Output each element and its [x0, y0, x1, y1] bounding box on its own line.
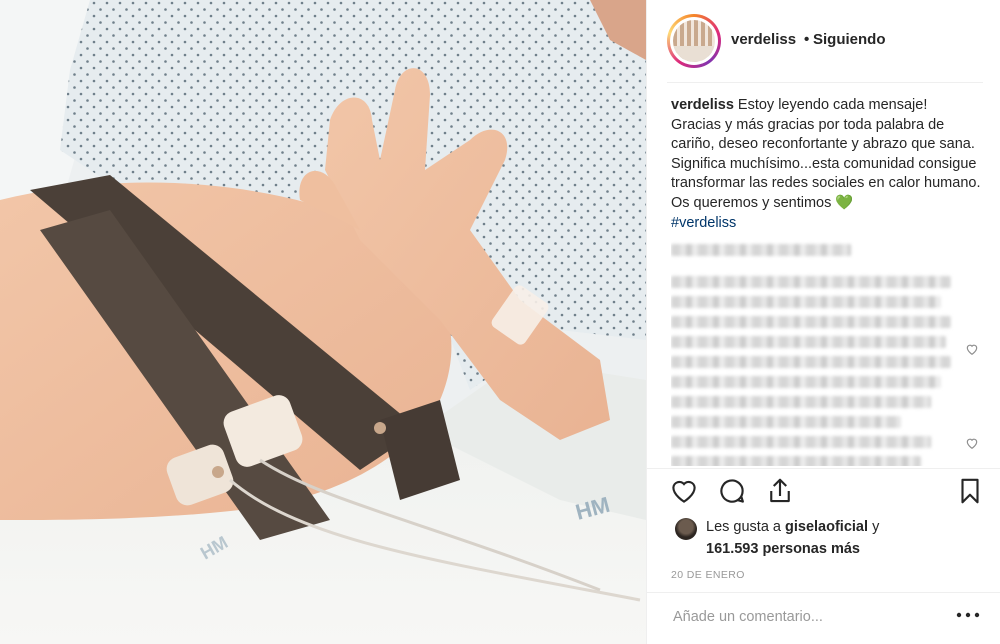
post-photo-illustration: HM HM — [0, 0, 646, 644]
comments-list — [671, 240, 981, 466]
likes-prefix: Les gusta a — [706, 519, 781, 535]
header-username[interactable]: verdeliss — [731, 31, 796, 48]
caption-hashtag-link[interactable]: #verdeliss — [671, 214, 981, 234]
post-side-panel: verdeliss • Siguiendo verdeliss Estoy le… — [646, 0, 1000, 644]
bookmark-icon[interactable] — [955, 476, 985, 506]
post-date[interactable]: 20 DE ENERO — [671, 569, 745, 581]
blurred-comment-line — [671, 336, 946, 348]
likes-count-link[interactable]: 161.593 personas más — [706, 541, 860, 557]
blurred-comment-line — [671, 276, 951, 288]
header-separator: • — [804, 31, 810, 48]
liker-avatar[interactable] — [675, 518, 697, 540]
blurred-comment-line — [671, 356, 951, 368]
liker-username[interactable]: giselaoficial — [785, 519, 868, 535]
blurred-comment-line — [671, 436, 931, 448]
comment-divider — [647, 592, 1000, 593]
likes-text: Les gusta a giselaoficial y 161.593 pers… — [706, 516, 986, 560]
post-photo: HM HM — [0, 0, 646, 644]
small-heart-icon[interactable] — [965, 436, 979, 450]
blurred-comment-line — [671, 316, 951, 328]
caption-text: Estoy leyendo cada mensaje! Gracias y má… — [671, 97, 981, 211]
small-heart-icon[interactable] — [965, 342, 979, 356]
post-actions — [669, 476, 985, 508]
following-button[interactable]: Siguiendo — [813, 31, 886, 48]
blurred-comment-line — [671, 396, 931, 408]
header-divider — [667, 82, 983, 83]
heart-outline-icon[interactable] — [669, 476, 699, 506]
green-heart-emoji: 💚 — [835, 194, 854, 211]
post-header: verdeliss • Siguiendo — [647, 0, 1000, 82]
blurred-comment-line — [671, 244, 851, 256]
post-caption: verdeliss Estoy leyendo cada mensaje! Gr… — [671, 96, 981, 233]
blurred-comment-line — [671, 376, 941, 388]
caption-username[interactable]: verdeliss — [671, 97, 734, 113]
comment-input[interactable] — [673, 606, 933, 628]
likes-summary: Les gusta a giselaoficial y 161.593 pers… — [675, 516, 985, 560]
share-arrow-icon[interactable] — [765, 476, 795, 506]
likes-conjunction: y — [872, 519, 880, 535]
blurred-comment-line — [671, 416, 901, 428]
avatar-image — [673, 20, 715, 62]
avatar — [670, 17, 718, 65]
more-dots-icon[interactable] — [955, 608, 981, 622]
story-avatar[interactable] — [667, 14, 721, 68]
actions-divider — [647, 468, 1000, 469]
blurred-comment-line — [671, 296, 941, 308]
blurred-comment-line — [671, 456, 921, 466]
speech-bubble-icon[interactable] — [717, 476, 747, 506]
